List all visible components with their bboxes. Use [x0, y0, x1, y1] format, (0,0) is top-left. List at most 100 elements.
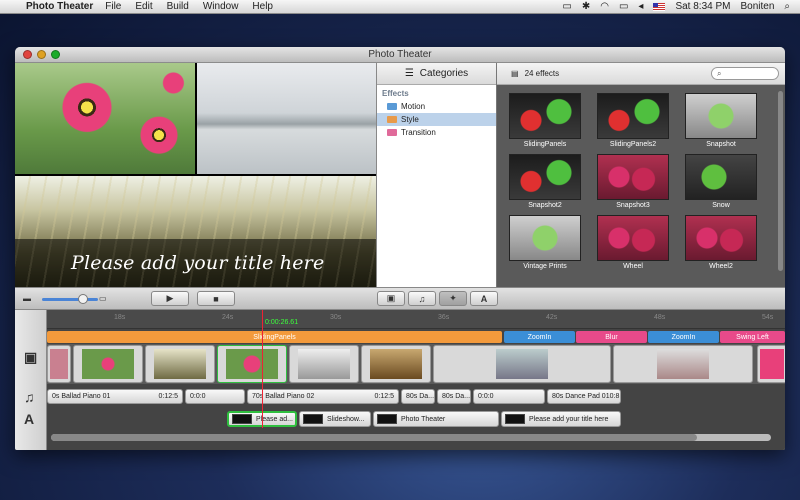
menu-window[interactable]: Window [203, 1, 239, 12]
user-name[interactable]: Boniten [740, 1, 774, 12]
effect-label: SlidingPanels2 [609, 141, 657, 148]
music-tab-button[interactable]: ♫ [408, 291, 436, 306]
effect-bar[interactable]: Swing Left [720, 331, 785, 343]
category-motion[interactable]: Motion [377, 100, 496, 113]
zoom-slider[interactable] [42, 298, 98, 301]
stop-button[interactable]: ■ [197, 291, 235, 306]
minimize-icon[interactable] [37, 50, 46, 59]
title-thumbnail [232, 414, 252, 424]
text-tab-button[interactable]: A [470, 291, 498, 306]
menu-build[interactable]: Build [167, 1, 189, 12]
music-clip[interactable]: 0s Ballad Piano 01 0:12:5 [47, 389, 183, 404]
photo-clip[interactable] [433, 345, 611, 383]
music-clip[interactable]: 80s Dance Pad 010:8:19 [547, 389, 621, 404]
playback-toolbar: ▬ ▭ ▶ ■ ▣ ♫ ✦ A [15, 287, 785, 310]
photo-thumbnail [226, 349, 278, 379]
photo-clip[interactable] [47, 345, 71, 383]
effect-item[interactable]: Wheel2 [681, 215, 761, 270]
effect-item[interactable]: Snapshot [681, 93, 761, 148]
input-flag-icon[interactable] [653, 2, 666, 11]
menu-file[interactable]: File [105, 1, 121, 12]
effects-tab-button[interactable]: ✦ [439, 291, 467, 306]
music-clip[interactable]: 80s Da... [437, 389, 471, 404]
photo-clip[interactable] [217, 345, 287, 383]
timeline-scroll-thumb[interactable] [51, 434, 697, 441]
ruler-tick: 30s [330, 314, 342, 321]
effect-bar[interactable]: ZoomIn [504, 331, 575, 343]
effect-thumbnail [685, 93, 757, 139]
effect-item[interactable]: SlidingPanels [505, 93, 585, 148]
music-clip[interactable]: 0:0:0 [185, 389, 245, 404]
category-transition[interactable]: Transition [377, 126, 496, 139]
zoom-in-icon[interactable]: ▭ [99, 291, 107, 306]
music-clip[interactable]: 80s Da... [401, 389, 435, 404]
close-icon[interactable] [23, 50, 32, 59]
category-style[interactable]: Style [377, 113, 496, 126]
menu-help[interactable]: Help [252, 1, 273, 12]
photo-thumbnail [154, 349, 206, 379]
music-clip-duration: 0:8:19 [609, 393, 620, 400]
effect-item[interactable]: Wheel [593, 215, 673, 270]
effect-thumbnail [509, 215, 581, 261]
effect-label: Snapshot2 [528, 202, 562, 209]
photo-clip[interactable] [613, 345, 753, 383]
ruler-tick: 48s [654, 314, 666, 321]
zoom-icon[interactable] [51, 50, 60, 59]
menu-edit[interactable]: Edit [135, 1, 152, 12]
effect-item[interactable]: Snapshot2 [505, 154, 585, 209]
effect-item[interactable]: Snapshot3 [593, 154, 673, 209]
effect-item[interactable]: Vintage Prints [505, 215, 585, 270]
effect-item[interactable]: SlidingPanels2 [593, 93, 673, 148]
battery-icon[interactable]: ▭ [619, 1, 628, 12]
photo-thumbnail [82, 349, 134, 379]
app-menu[interactable]: Photo Theater [26, 1, 93, 12]
volume-icon[interactable]: ◂ [638, 1, 643, 12]
effect-item[interactable]: Snow [681, 154, 761, 209]
clock[interactable]: Sat 8:34 PM [675, 1, 730, 12]
bluetooth-icon[interactable]: ✱ [582, 1, 590, 12]
magic-wand-icon: ✦ [449, 293, 457, 303]
music-icon: ♫ [418, 293, 426, 304]
music-clip[interactable]: 70s Ballad Piano 02 0:12:5 [247, 389, 399, 404]
title-thumbnail [505, 414, 525, 424]
preview-photo-lake [197, 63, 376, 174]
time-ruler[interactable]: 18s 24s 30s 36s 42s 48s 54s [47, 310, 785, 329]
effect-bar[interactable]: Blur [576, 331, 647, 343]
timeline-scrollbar[interactable] [51, 434, 771, 441]
stop-icon: ■ [213, 293, 219, 304]
music-clip-name: 80s Da... [406, 393, 435, 400]
title-clip[interactable]: Photo Theater [373, 411, 499, 427]
search-input[interactable]: ⌕ [711, 67, 779, 80]
title-clip-label: Photo Theater [401, 415, 446, 423]
music-clip-name: 0s Ballad Piano 01 [52, 393, 111, 400]
playhead[interactable] [262, 310, 263, 428]
title-thumbnail [377, 414, 397, 424]
photo-clip[interactable] [73, 345, 143, 383]
photo-clip[interactable] [361, 345, 431, 383]
photo-clip[interactable] [145, 345, 215, 383]
preview-title-overlay[interactable]: Please add your title here [15, 239, 376, 287]
play-button[interactable]: ▶ [151, 291, 189, 306]
effect-bar[interactable]: ZoomIn [648, 331, 719, 343]
music-clip[interactable]: 0:0:0 [473, 389, 545, 404]
title-bar: Photo Theater [15, 47, 785, 63]
effects-scrollbar[interactable] [778, 91, 783, 271]
effect-label: Wheel2 [709, 263, 733, 270]
ruler-tick: 42s [546, 314, 558, 321]
title-clip[interactable]: Please add your title here [501, 411, 621, 427]
zoom-out-icon[interactable]: ▬ [23, 291, 31, 306]
preview-area[interactable]: Please add your title here [15, 63, 376, 287]
photo-track-icon: ▣ [24, 349, 38, 365]
music-clip-name: 0:0:0 [478, 393, 494, 400]
wifi-icon[interactable]: ◠ [600, 1, 609, 12]
title-clip[interactable]: Slideshow... [299, 411, 371, 427]
ruler-tick: 24s [222, 314, 234, 321]
photo-clip[interactable] [289, 345, 359, 383]
effect-bar[interactable]: SlidingPanels [47, 331, 502, 343]
zoom-slider-knob[interactable] [78, 294, 88, 304]
display-icon[interactable]: ▭ [562, 1, 571, 12]
spotlight-icon[interactable]: ⌕ [784, 1, 790, 12]
photo-tab-button[interactable]: ▣ [377, 291, 405, 306]
folder-icon [387, 116, 397, 123]
photo-clip[interactable] [757, 345, 785, 383]
